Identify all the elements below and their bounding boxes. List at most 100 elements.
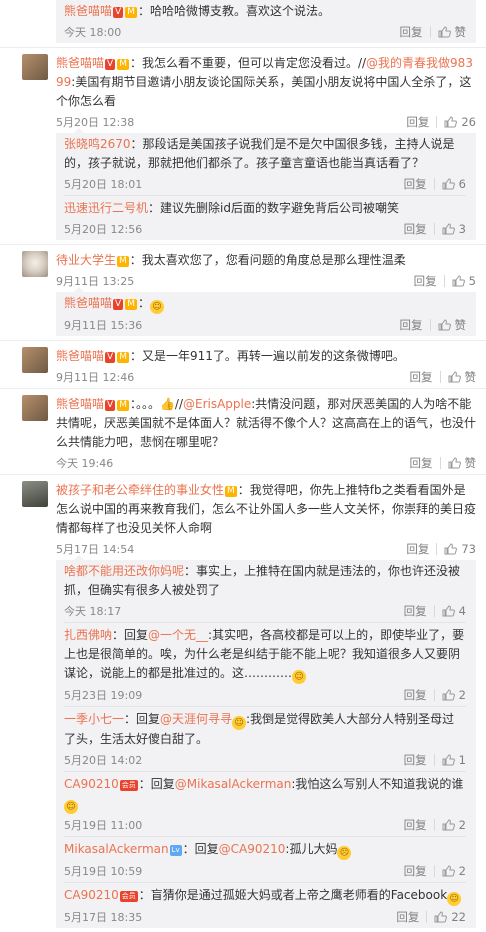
mention-link[interactable]: @ErisApple	[183, 397, 251, 411]
reply-list: 熊爸喵喵 V M ：哈哈哈微博支教。喜欢这个说法。 今天 18:00 回复 赞	[56, 0, 476, 43]
like-button[interactable]: 73	[444, 542, 476, 556]
reply-button[interactable]: 回复	[404, 817, 427, 833]
reply-list: 啥都不能用还改你妈呢：事实上，上推特在国内就是违法的，你也许还没被抓，但确实有很…	[56, 555, 476, 928]
like-button[interactable]: 22	[434, 910, 466, 924]
member-badge: M	[117, 400, 129, 411]
like-button[interactable]: 赞	[438, 317, 467, 333]
reply-button[interactable]: 回复	[414, 273, 437, 289]
comment-item: 熊爸喵喵 V M ：我怎么看不重要，但可以肯定您没看过。//@我的青春我做98399:…	[0, 48, 486, 245]
comment-list: 熊爸喵喵 V M ：哈哈哈微博支教。喜欢这个说法。 今天 18:00 回复赞 熊爸喵喵…	[0, 0, 486, 928]
comment-author[interactable]: 熊爸喵喵	[56, 349, 104, 363]
like-button[interactable]: 2	[442, 688, 466, 702]
mention-link[interactable]: @MikasalAckerman	[175, 777, 292, 791]
like-button[interactable]: 赞	[448, 455, 476, 471]
reply-button[interactable]: 回复	[406, 541, 429, 557]
comment-time: 5月20日 12:38	[56, 116, 135, 129]
like-button[interactable]: 6	[442, 177, 466, 191]
reply-button[interactable]: 回复	[400, 317, 423, 333]
like-count: 3	[458, 222, 466, 236]
mention-link[interactable]: @天涯何寻寻	[160, 712, 232, 726]
reply-button[interactable]: 回复	[404, 863, 427, 879]
reply-author[interactable]: CA90210	[64, 777, 119, 791]
thumbs-up-icon	[438, 319, 451, 331]
like-count: 1	[458, 753, 466, 767]
reply-text: ：建议先删除id后面的数字避免背后公司被嘲笑	[148, 201, 399, 215]
reply-author[interactable]: 熊爸喵喵	[64, 296, 112, 310]
reply-author[interactable]: 啥都不能用还改你妈呢	[64, 564, 184, 578]
member-badge: M	[117, 256, 129, 267]
thumbs-up-icon	[442, 754, 455, 766]
like-button[interactable]: 2	[442, 864, 466, 878]
vip-badge: 会员	[119, 780, 138, 791]
thumbs-up-icon	[442, 865, 455, 877]
avatar[interactable]	[22, 481, 48, 507]
reply-button[interactable]: 回复	[404, 603, 427, 619]
avatar[interactable]	[22, 54, 48, 80]
reply-author[interactable]: CA90210	[64, 888, 119, 902]
member-badge: M	[225, 486, 237, 497]
reply-button[interactable]: 回复	[396, 909, 419, 925]
reply-text: ：回复	[112, 628, 149, 642]
verified-badge: V	[105, 400, 116, 411]
reply-author[interactable]: MikasalAckerman	[64, 842, 169, 856]
member-badge: M	[125, 7, 137, 18]
reply-author[interactable]: 一季小七一	[64, 712, 124, 726]
reply-text: ：盲猜你是通过孤姬大妈或者上帝之鹰老师看的Facebook	[138, 888, 448, 902]
like-button[interactable]: 4	[442, 604, 466, 618]
like-button[interactable]: 3	[442, 222, 466, 236]
reply-button[interactable]: 回复	[410, 369, 433, 385]
reply-button[interactable]: 回复	[406, 114, 429, 130]
reply-button[interactable]: 回复	[404, 687, 427, 703]
reply-time: 5月17日 18:35	[64, 911, 143, 924]
like-count: 6	[458, 177, 466, 191]
avatar[interactable]	[22, 251, 48, 277]
reply-list: 熊爸喵喵 V M： ☺ 9月11日 15:36 回复 赞	[56, 287, 476, 336]
reply-button[interactable]: 回复	[404, 221, 427, 237]
reply-button[interactable]: 回复	[400, 24, 423, 40]
comment-author[interactable]: 熊爸喵喵	[56, 397, 104, 411]
reply-text: ：哈哈哈微博支教。喜欢这个说法。	[137, 4, 330, 18]
thumbs-up-icon	[444, 543, 458, 555]
avatar[interactable]	[22, 347, 48, 373]
like-label: 赞	[454, 318, 467, 332]
reply-text-cont: :孤儿大妈	[285, 842, 338, 856]
reply-author[interactable]: 扎西佛呐	[64, 628, 112, 642]
like-button[interactable]: 赞	[438, 24, 466, 40]
thumbs-up-icon	[444, 116, 458, 128]
like-button[interactable]: 26	[444, 115, 476, 129]
comment-author[interactable]: 熊爸喵喵	[56, 56, 104, 70]
comment-time: 5月17日 14:54	[56, 543, 135, 556]
mention-link[interactable]: @一个无__	[148, 628, 208, 642]
comment-text: ：我怎么看不重要，但可以肯定您没看过。//	[129, 56, 367, 70]
like-button[interactable]: 赞	[448, 369, 476, 385]
like-button[interactable]: 5	[452, 274, 476, 288]
reply-author[interactable]: 熊爸喵喵	[64, 4, 112, 18]
cry-laugh-emoji-icon: ☺	[64, 800, 78, 814]
comment-author[interactable]: 被孩子和老公牵绊住的事业女性	[56, 483, 224, 497]
comment-author[interactable]: 待业大学生	[56, 253, 116, 267]
reply-text: ：回复	[138, 777, 175, 791]
sad-emoji-icon: ☹	[337, 846, 352, 860]
thumbs-up-icon	[448, 457, 461, 469]
avatar[interactable]	[22, 395, 48, 421]
reply-text-cont: :我怕这么写别人不知道我说的谁	[291, 777, 464, 791]
member-badge: M	[117, 59, 129, 70]
thumbs-up-icon	[442, 605, 455, 617]
reply-button[interactable]: 回复	[404, 176, 427, 192]
mention-link[interactable]: @CA90210	[219, 842, 286, 856]
like-button[interactable]: 2	[442, 818, 466, 832]
reply-button[interactable]: 回复	[410, 455, 433, 471]
comment-time: 9月11日 12:46	[56, 371, 135, 384]
reply-author[interactable]: 张晓鸣2670	[64, 137, 131, 151]
like-button[interactable]: 1	[442, 753, 466, 767]
comment-text: ：又是一年911了。再转一遍以前发的这条微博吧。	[129, 349, 405, 363]
comment-time: 9月11日 13:25	[56, 275, 135, 288]
thumbs-up-icon	[442, 689, 455, 701]
reply-button[interactable]: 回复	[404, 752, 427, 768]
reply-time: 5月20日 18:01	[64, 178, 143, 191]
like-count: 2	[458, 818, 466, 832]
smile-emoji-icon: ☺	[292, 670, 307, 684]
reply-author[interactable]: 迅速迅行二号机	[64, 201, 148, 215]
comment-item: 熊爸喵喵 V M ：哈哈哈微博支教。喜欢这个说法。 今天 18:00 回复 赞	[0, 0, 486, 48]
comment-item: 待业大学生 M ：我太喜欢您了，您看问题的角度总是那么理性温柔 9月11日 13:2…	[0, 245, 486, 341]
